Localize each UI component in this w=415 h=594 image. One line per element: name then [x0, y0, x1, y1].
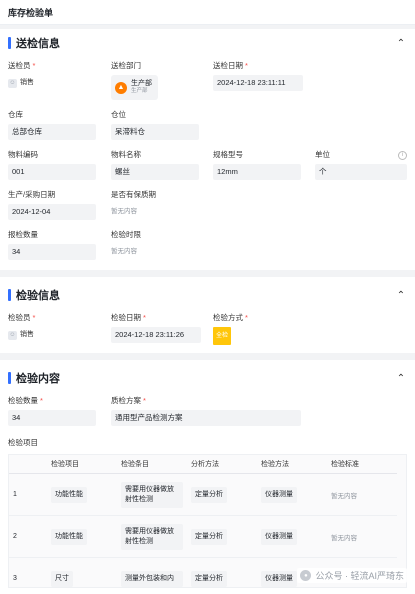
delivery-section-title: 送检信息 — [16, 38, 60, 50]
spec-field[interactable]: 12mm — [213, 164, 301, 180]
plan-field[interactable]: 通用型产品检测方案 — [111, 410, 301, 426]
content-section-title: 检验内容 — [16, 373, 60, 385]
inspect-date-label: 检验日期 — [111, 313, 141, 322]
column-header: 检验方法 — [257, 455, 327, 474]
warehouse-label: 仓库 — [8, 110, 23, 119]
time-limit-label: 检验时限 — [111, 230, 141, 239]
watermark: ● 公众号 · 轻流AI严琦东 — [297, 568, 407, 583]
column-header: 检验条目 — [117, 455, 187, 474]
chevron-up-icon[interactable]: ⌃ — [395, 373, 407, 384]
send-date-label: 送检日期 — [213, 61, 243, 70]
dept-chip[interactable]: ▲ 生产部 生产部 — [111, 75, 158, 100]
items-label: 检验项目 — [8, 438, 38, 447]
section-accent-bar — [8, 37, 11, 49]
watermark-text: 公众号 · 轻流AI严琦东 — [315, 571, 404, 581]
location-label: 仓位 — [111, 110, 126, 119]
inspector-field[interactable]: ☺ 销售 — [8, 327, 111, 343]
mfg-date-field[interactable]: 2024-12-04 — [8, 204, 96, 220]
standard-cell: 暂无内容 — [327, 473, 397, 516]
inspect-section: 检验信息 ⌃ 检验员 * ☺ 销售 检验日期 * 2024-12-18 23:11:2… — [0, 277, 415, 353]
code-field[interactable]: 001 — [8, 164, 96, 180]
inspect-section-title: 检验信息 — [16, 290, 60, 302]
analysis-cell[interactable]: 定量分析 — [191, 486, 227, 503]
dept-label: 送检部门 — [111, 61, 141, 70]
wechat-icon: ● — [300, 570, 312, 581]
table-row[interactable]: 1 功能性能 需要用仪器做放射性检测 定量分析 仪器测量 暂无内容 — [9, 473, 397, 516]
method-cell[interactable]: 仪器测量 — [261, 570, 297, 587]
item-cell[interactable]: 尺寸 — [51, 570, 73, 587]
method-label: 检验方式 — [213, 313, 243, 322]
user-avatar-icon: ☺ — [8, 78, 17, 88]
department-icon: ▲ — [115, 81, 127, 94]
entry-cell[interactable]: 需要用仪器做放射性检测 — [121, 523, 183, 550]
top-bar: 库存检验单 — [0, 0, 415, 25]
user-avatar-icon: ☺ — [8, 330, 17, 340]
time-limit-value: 暂无内容 — [111, 248, 137, 255]
standard-cell: 暂无内容 — [327, 515, 397, 558]
info-icon[interactable]: i — [398, 150, 407, 160]
column-header: 检验项目 — [47, 455, 117, 474]
column-header: 分析方法 — [187, 455, 257, 474]
table-row[interactable]: 2 功能性能 需要用仪器做放射性检测 定量分析 仪器测量 暂无内容 — [9, 515, 397, 558]
code-label: 物料编码 — [8, 150, 38, 159]
section-accent-bar — [8, 289, 11, 301]
inspect-section-header[interactable]: 检验信息 ⌃ — [8, 281, 407, 309]
sender-field[interactable]: ☺ 销售 — [8, 75, 111, 91]
table-header-row: 检验项目 检验条目 分析方法 检验方法 检验标准 — [9, 455, 397, 474]
unit-label: 单位 — [315, 150, 330, 159]
section-accent-bar — [8, 372, 11, 384]
sender-value: 销售 — [20, 79, 34, 86]
inspect-qty-field[interactable]: 34 — [8, 410, 96, 426]
chevron-up-icon[interactable]: ⌃ — [395, 38, 407, 49]
report-qty-label: 报检数量 — [8, 230, 38, 239]
inspect-qty-label: 检验数量 — [8, 396, 38, 405]
page-title: 库存检验单 — [8, 7, 54, 18]
entry-cell[interactable]: 测量外包装和内 — [121, 570, 183, 587]
material-name-field[interactable]: 螺丝 — [111, 164, 199, 180]
unit-field[interactable]: 个 — [315, 164, 407, 180]
mfg-date-label: 生产/采购日期 — [8, 190, 56, 199]
content-section-header[interactable]: 检验内容 ⌃ — [8, 364, 407, 392]
plan-label: 质检方案 — [111, 396, 141, 405]
column-header: 检验标准 — [327, 455, 397, 474]
method-tag[interactable]: 全检 — [213, 327, 232, 345]
shelf-life-label: 是否有保质期 — [111, 190, 156, 199]
report-qty-field[interactable]: 34 — [8, 244, 96, 260]
send-date-field[interactable]: 2024-12-18 23:11:11 — [213, 75, 303, 91]
method-cell[interactable]: 仪器测量 — [261, 528, 297, 545]
chevron-up-icon[interactable]: ⌃ — [395, 290, 407, 301]
analysis-cell[interactable]: 定量分析 — [191, 570, 227, 587]
inspector-value: 销售 — [20, 331, 34, 338]
row-number: 1 — [9, 473, 47, 516]
item-cell[interactable]: 功能性能 — [51, 528, 87, 545]
analysis-cell[interactable]: 定量分析 — [191, 528, 227, 545]
spec-label: 规格型号 — [213, 150, 243, 159]
inspect-date-field[interactable]: 2024-12-18 23:11:26 — [111, 327, 201, 343]
material-name-label: 物料名称 — [111, 150, 141, 159]
delivery-section: 送检信息 ⌃ 送检员 * ☺ 销售 送检部门 ▲ 生产部 生产部 送检日期 * 2024… — [0, 29, 415, 270]
dept-name: 生产部 — [131, 80, 152, 87]
method-cell[interactable]: 仪器测量 — [261, 486, 297, 503]
delivery-section-header[interactable]: 送检信息 ⌃ — [8, 29, 407, 57]
warehouse-field[interactable]: 总部仓库 — [8, 124, 96, 140]
dept-sub: 生产部 — [131, 88, 148, 94]
item-cell[interactable]: 功能性能 — [51, 486, 87, 503]
content-section: 检验内容 ⌃ 检验数量 * 34 质检方案 * 通用型产品检测方案 检验项目 检验项… — [0, 360, 415, 594]
row-number: 2 — [9, 515, 47, 558]
location-field[interactable]: 呆滞料仓 — [111, 124, 199, 140]
row-number: 3 — [9, 557, 47, 587]
inspector-label: 检验员 — [8, 313, 31, 322]
entry-cell[interactable]: 需要用仪器做放射性检测 — [121, 481, 183, 508]
sender-label: 送检员 — [8, 61, 31, 70]
shelf-life-value: 暂无内容 — [111, 208, 137, 215]
